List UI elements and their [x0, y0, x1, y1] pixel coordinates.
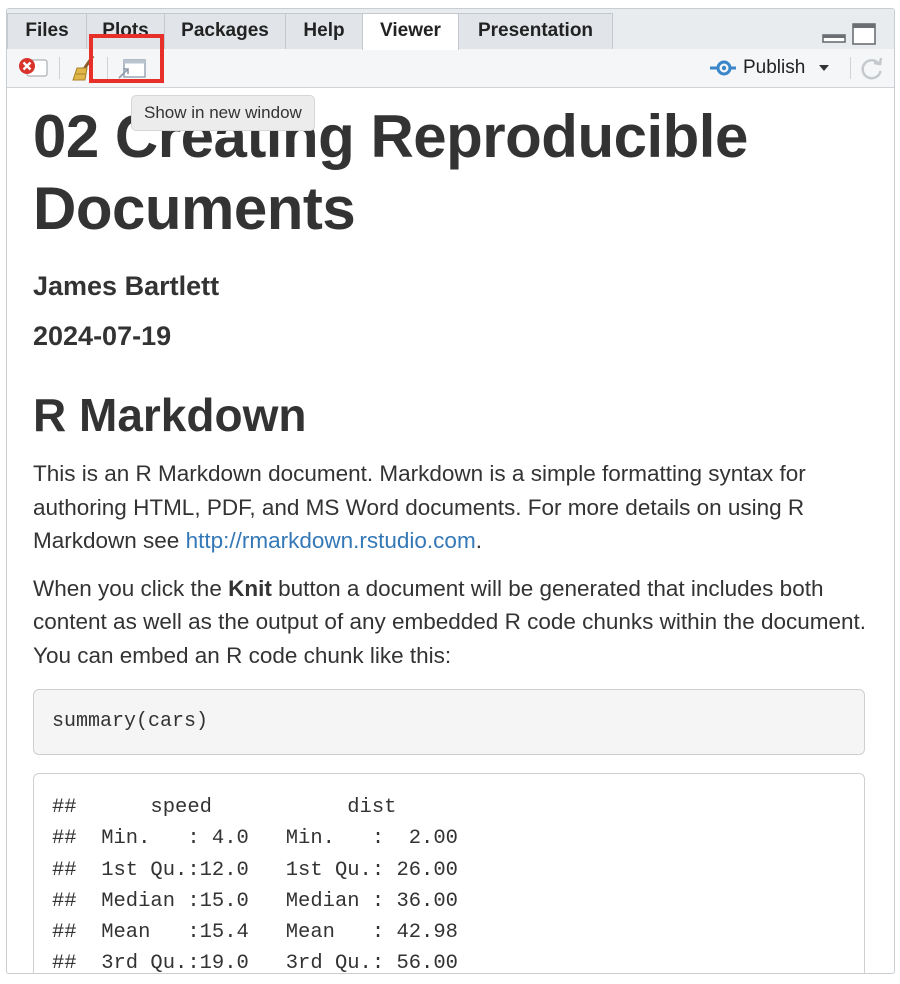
output-line: ## 3rd Qu.:19.0 3rd Qu.: 56.00: [52, 952, 483, 974]
tab-viewer[interactable]: Viewer: [362, 13, 459, 50]
viewer-content: 02 Creating Reproducible Documents James…: [33, 87, 873, 974]
output-line: ## speed dist: [52, 796, 483, 819]
output-line: ## Median :15.0 Median : 36.00: [52, 889, 483, 913]
tab-files[interactable]: Files: [7, 13, 87, 49]
highlight-box: [89, 34, 164, 83]
output-line: ## Mean :15.4 Mean : 42.98: [52, 921, 483, 945]
knit-bold: Knit: [228, 575, 272, 601]
output-line: ## 1st Qu.:12.0 1st Qu.: 26.00: [52, 858, 483, 882]
viewer-pane: Files Plots Packages Help Viewer Present…: [6, 8, 895, 974]
publish-button[interactable]: Publish: [709, 56, 830, 80]
paragraph-intro-end: .: [475, 528, 482, 553]
tab-presentation[interactable]: Presentation: [458, 13, 613, 49]
maximize-icon[interactable]: [852, 23, 876, 45]
chevron-down-icon: [819, 65, 830, 71]
tab-packages[interactable]: Packages: [164, 13, 286, 49]
clear-viewer-icon[interactable]: [17, 56, 49, 80]
paragraph-knit: When you click the Knit button a documen…: [33, 572, 873, 673]
rmarkdown-link[interactable]: http://rmarkdown.rstudio.com: [186, 528, 476, 553]
code-output: ## speed dist ## Min. : 4.0 Min. : 2.00 …: [33, 773, 865, 974]
tab-help[interactable]: Help: [285, 13, 363, 49]
publish-label: Publish: [743, 57, 806, 78]
paragraph-knit-before: When you click the: [33, 575, 229, 601]
publish-icon: [710, 60, 736, 76]
tooltip: Show in new window: [131, 95, 315, 131]
document-author: James Bartlett: [33, 271, 220, 301]
toolbar-separator: [850, 57, 851, 79]
document-date: 2024-07-19: [33, 321, 172, 351]
code-chunk: summary(cars): [33, 689, 865, 755]
paragraph-intro: This is an R Markdown document. Markdown…: [33, 457, 873, 558]
toolbar-separator: [59, 57, 60, 79]
refresh-icon[interactable]: [859, 56, 885, 82]
output-line: ## Min. : 4.0 Min. : 2.00: [52, 827, 483, 851]
minimize-icon[interactable]: [822, 23, 846, 43]
section-heading: R Markdown: [33, 389, 307, 441]
